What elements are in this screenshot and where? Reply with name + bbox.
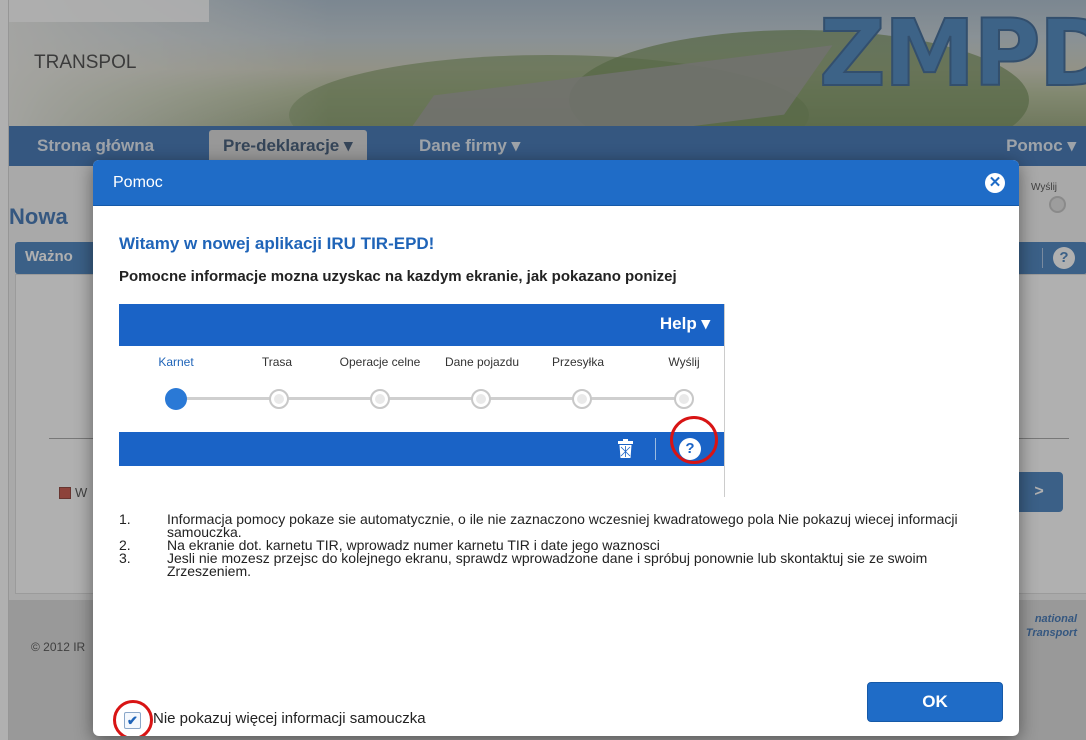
help-dialog: Pomoc ✕ Witamy w nowej aplikacji IRU TIR… (93, 160, 1019, 736)
dialog-header: Pomoc ✕ (93, 160, 1019, 206)
welcome-heading: Witamy w nowej aplikacji IRU TIR-EPD! (119, 234, 435, 253)
step-dot (269, 389, 289, 409)
step-dot-active (165, 388, 187, 410)
close-icon[interactable]: ✕ (985, 173, 1005, 193)
instruction-item: 3. Jesli nie mozesz przejsc do kolejnego… (119, 550, 1009, 579)
ok-button[interactable]: OK (867, 682, 1003, 722)
step-dot (370, 389, 390, 409)
divider (655, 438, 656, 460)
step-label-wyslij: Wyślij (668, 355, 700, 369)
progress-track (177, 397, 687, 400)
dont-show-label[interactable]: Nie pokazuj więcej informacji samouczka (153, 710, 426, 727)
instruction-number: 3. (119, 550, 131, 566)
trash-icon (618, 439, 633, 458)
step-label-karnet: Karnet (158, 355, 194, 369)
illustration-topbar: Help ▾ (119, 304, 724, 346)
dialog-title: Pomoc (113, 174, 163, 191)
dont-show-checkbox[interactable]: ✔ (124, 712, 141, 729)
instruction-item: 1. Informacja pomocy pokaze sie automaty… (119, 511, 1009, 540)
instruction-number: 1. (119, 511, 131, 527)
step-label-pojazd: Dane pojazdu (444, 355, 520, 369)
illustration-panel-bar: ? (119, 432, 724, 466)
instruction-text: Informacja pomocy pokaze sie automatyczn… (167, 511, 958, 540)
illustration-help-menu: Help ▾ (659, 314, 710, 333)
step-label-trasa: Trasa (261, 355, 293, 369)
step-dot (572, 389, 592, 409)
instruction-list: 1. Informacja pomocy pokaze sie automaty… (119, 511, 1009, 579)
help-illustration: Help ▾ Karnet Trasa Operacje celne Dane … (119, 304, 725, 497)
step-label-operacje: Operacje celne (339, 355, 421, 369)
highlight-circle (670, 416, 718, 464)
step-label-przesylka: Przesyłka (551, 355, 604, 369)
subtitle: Pomocne informacje mozna uzyskac na kazd… (119, 268, 677, 285)
step-dot (471, 389, 491, 409)
step-dot (674, 389, 694, 409)
instruction-text: Jesli nie mozesz przejsc do kolejnego ek… (167, 550, 928, 579)
